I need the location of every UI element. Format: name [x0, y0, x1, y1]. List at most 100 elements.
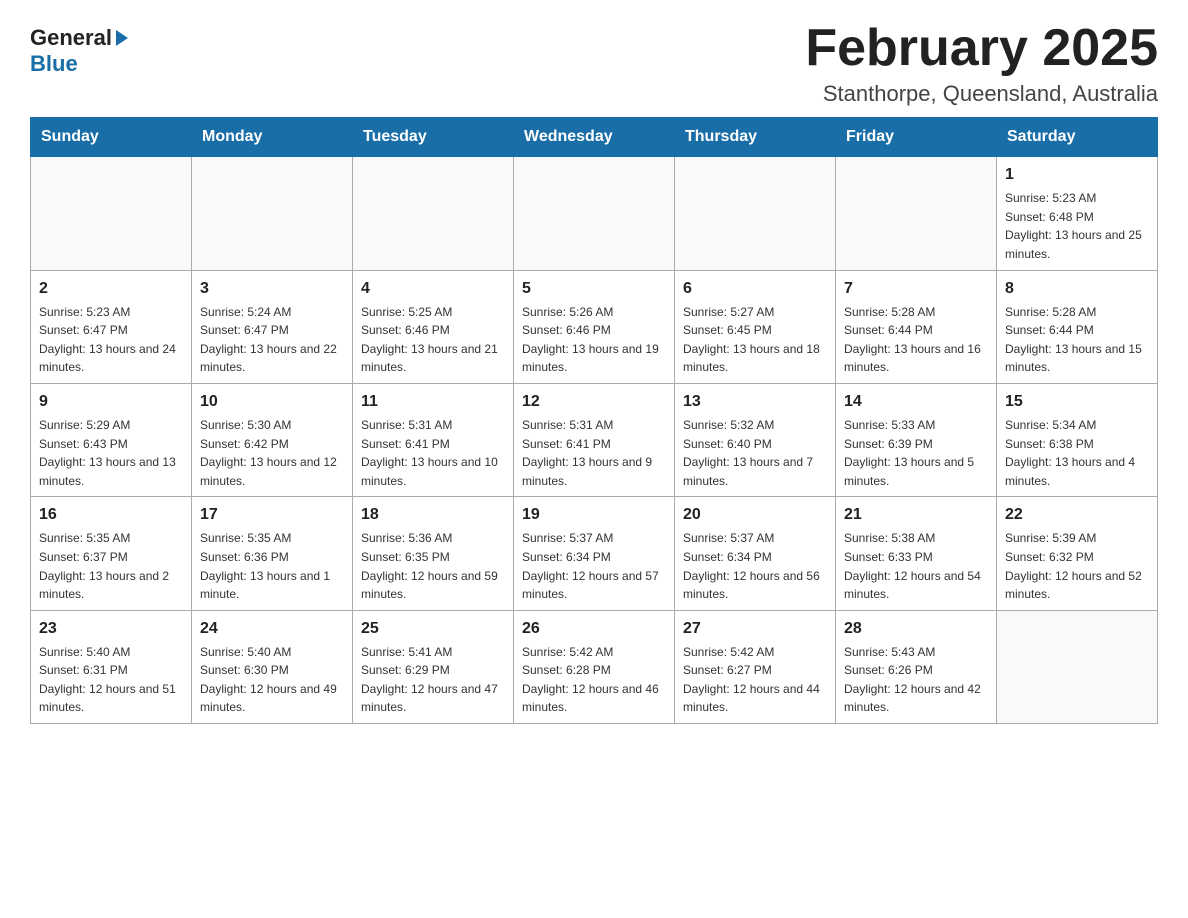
- page-title: February 2025: [805, 20, 1158, 77]
- day-number: 18: [361, 503, 505, 527]
- day-number: 13: [683, 390, 827, 414]
- day-number: 17: [200, 503, 344, 527]
- calendar-cell: 27Sunrise: 5:42 AMSunset: 6:27 PMDayligh…: [675, 610, 836, 723]
- calendar-cell: 4Sunrise: 5:25 AMSunset: 6:46 PMDaylight…: [353, 270, 514, 383]
- calendar-cell: [514, 157, 675, 270]
- calendar-cell: [31, 157, 192, 270]
- calendar-body: 1Sunrise: 5:23 AMSunset: 6:48 PMDaylight…: [31, 157, 1158, 724]
- day-number: 28: [844, 617, 988, 641]
- calendar-cell: 25Sunrise: 5:41 AMSunset: 6:29 PMDayligh…: [353, 610, 514, 723]
- day-info: Sunrise: 5:39 AMSunset: 6:32 PMDaylight:…: [1005, 529, 1149, 603]
- calendar-cell: 23Sunrise: 5:40 AMSunset: 6:31 PMDayligh…: [31, 610, 192, 723]
- day-info: Sunrise: 5:37 AMSunset: 6:34 PMDaylight:…: [522, 529, 666, 603]
- calendar-cell: 11Sunrise: 5:31 AMSunset: 6:41 PMDayligh…: [353, 383, 514, 496]
- week-row-4: 16Sunrise: 5:35 AMSunset: 6:37 PMDayligh…: [31, 497, 1158, 610]
- calendar-cell: 19Sunrise: 5:37 AMSunset: 6:34 PMDayligh…: [514, 497, 675, 610]
- header-wednesday: Wednesday: [514, 118, 675, 157]
- calendar-cell: 22Sunrise: 5:39 AMSunset: 6:32 PMDayligh…: [997, 497, 1158, 610]
- day-number: 6: [683, 277, 827, 301]
- calendar-cell: 20Sunrise: 5:37 AMSunset: 6:34 PMDayligh…: [675, 497, 836, 610]
- day-info: Sunrise: 5:34 AMSunset: 6:38 PMDaylight:…: [1005, 416, 1149, 490]
- day-number: 14: [844, 390, 988, 414]
- calendar-cell: 5Sunrise: 5:26 AMSunset: 6:46 PMDaylight…: [514, 270, 675, 383]
- day-number: 11: [361, 390, 505, 414]
- calendar-cell: [836, 157, 997, 270]
- day-number: 3: [200, 277, 344, 301]
- logo-arrow-icon: [116, 30, 128, 46]
- calendar-cell: 21Sunrise: 5:38 AMSunset: 6:33 PMDayligh…: [836, 497, 997, 610]
- day-info: Sunrise: 5:23 AMSunset: 6:48 PMDaylight:…: [1005, 189, 1149, 263]
- day-number: 24: [200, 617, 344, 641]
- calendar-table: SundayMondayTuesdayWednesdayThursdayFrid…: [30, 117, 1158, 724]
- week-row-3: 9Sunrise: 5:29 AMSunset: 6:43 PMDaylight…: [31, 383, 1158, 496]
- day-number: 25: [361, 617, 505, 641]
- day-number: 5: [522, 277, 666, 301]
- day-number: 21: [844, 503, 988, 527]
- calendar-cell: 8Sunrise: 5:28 AMSunset: 6:44 PMDaylight…: [997, 270, 1158, 383]
- calendar-cell: 1Sunrise: 5:23 AMSunset: 6:48 PMDaylight…: [997, 157, 1158, 270]
- day-info: Sunrise: 5:28 AMSunset: 6:44 PMDaylight:…: [844, 303, 988, 377]
- day-number: 12: [522, 390, 666, 414]
- day-info: Sunrise: 5:43 AMSunset: 6:26 PMDaylight:…: [844, 643, 988, 717]
- day-number: 22: [1005, 503, 1149, 527]
- calendar-cell: 10Sunrise: 5:30 AMSunset: 6:42 PMDayligh…: [192, 383, 353, 496]
- day-number: 10: [200, 390, 344, 414]
- day-number: 9: [39, 390, 183, 414]
- day-info: Sunrise: 5:32 AMSunset: 6:40 PMDaylight:…: [683, 416, 827, 490]
- logo-blue-text: Blue: [30, 51, 78, 77]
- calendar-cell: 12Sunrise: 5:31 AMSunset: 6:41 PMDayligh…: [514, 383, 675, 496]
- day-number: 27: [683, 617, 827, 641]
- day-info: Sunrise: 5:42 AMSunset: 6:27 PMDaylight:…: [683, 643, 827, 717]
- day-info: Sunrise: 5:31 AMSunset: 6:41 PMDaylight:…: [522, 416, 666, 490]
- day-info: Sunrise: 5:31 AMSunset: 6:41 PMDaylight:…: [361, 416, 505, 490]
- calendar-cell: 26Sunrise: 5:42 AMSunset: 6:28 PMDayligh…: [514, 610, 675, 723]
- calendar-cell: 6Sunrise: 5:27 AMSunset: 6:45 PMDaylight…: [675, 270, 836, 383]
- week-row-2: 2Sunrise: 5:23 AMSunset: 6:47 PMDaylight…: [31, 270, 1158, 383]
- calendar-cell: 7Sunrise: 5:28 AMSunset: 6:44 PMDaylight…: [836, 270, 997, 383]
- day-info: Sunrise: 5:25 AMSunset: 6:46 PMDaylight:…: [361, 303, 505, 377]
- header-tuesday: Tuesday: [353, 118, 514, 157]
- header-saturday: Saturday: [997, 118, 1158, 157]
- day-number: 16: [39, 503, 183, 527]
- header-sunday: Sunday: [31, 118, 192, 157]
- calendar-cell: [675, 157, 836, 270]
- day-info: Sunrise: 5:35 AMSunset: 6:37 PMDaylight:…: [39, 529, 183, 603]
- day-info: Sunrise: 5:40 AMSunset: 6:30 PMDaylight:…: [200, 643, 344, 717]
- day-number: 23: [39, 617, 183, 641]
- day-number: 26: [522, 617, 666, 641]
- day-number: 2: [39, 277, 183, 301]
- day-number: 15: [1005, 390, 1149, 414]
- header-monday: Monday: [192, 118, 353, 157]
- day-number: 8: [1005, 277, 1149, 301]
- day-info: Sunrise: 5:33 AMSunset: 6:39 PMDaylight:…: [844, 416, 988, 490]
- day-info: Sunrise: 5:35 AMSunset: 6:36 PMDaylight:…: [200, 529, 344, 603]
- logo: General Blue: [30, 20, 128, 77]
- day-info: Sunrise: 5:42 AMSunset: 6:28 PMDaylight:…: [522, 643, 666, 717]
- page-header: General Blue February 2025 Stanthorpe, Q…: [30, 20, 1158, 107]
- day-number: 4: [361, 277, 505, 301]
- calendar-cell: [997, 610, 1158, 723]
- day-info: Sunrise: 5:30 AMSunset: 6:42 PMDaylight:…: [200, 416, 344, 490]
- calendar-cell: 14Sunrise: 5:33 AMSunset: 6:39 PMDayligh…: [836, 383, 997, 496]
- week-row-1: 1Sunrise: 5:23 AMSunset: 6:48 PMDaylight…: [31, 157, 1158, 270]
- day-number: 19: [522, 503, 666, 527]
- day-info: Sunrise: 5:26 AMSunset: 6:46 PMDaylight:…: [522, 303, 666, 377]
- day-info: Sunrise: 5:28 AMSunset: 6:44 PMDaylight:…: [1005, 303, 1149, 377]
- day-info: Sunrise: 5:40 AMSunset: 6:31 PMDaylight:…: [39, 643, 183, 717]
- calendar-cell: [192, 157, 353, 270]
- day-info: Sunrise: 5:38 AMSunset: 6:33 PMDaylight:…: [844, 529, 988, 603]
- calendar-cell: 2Sunrise: 5:23 AMSunset: 6:47 PMDaylight…: [31, 270, 192, 383]
- title-block: February 2025 Stanthorpe, Queensland, Au…: [805, 20, 1158, 107]
- day-number: 1: [1005, 163, 1149, 187]
- calendar-cell: 9Sunrise: 5:29 AMSunset: 6:43 PMDaylight…: [31, 383, 192, 496]
- day-number: 20: [683, 503, 827, 527]
- calendar-cell: 13Sunrise: 5:32 AMSunset: 6:40 PMDayligh…: [675, 383, 836, 496]
- day-info: Sunrise: 5:27 AMSunset: 6:45 PMDaylight:…: [683, 303, 827, 377]
- calendar-cell: 18Sunrise: 5:36 AMSunset: 6:35 PMDayligh…: [353, 497, 514, 610]
- calendar-header: SundayMondayTuesdayWednesdayThursdayFrid…: [31, 118, 1158, 157]
- day-info: Sunrise: 5:36 AMSunset: 6:35 PMDaylight:…: [361, 529, 505, 603]
- page-subtitle: Stanthorpe, Queensland, Australia: [805, 81, 1158, 107]
- calendar-cell: 28Sunrise: 5:43 AMSunset: 6:26 PMDayligh…: [836, 610, 997, 723]
- header-thursday: Thursday: [675, 118, 836, 157]
- calendar-cell: 3Sunrise: 5:24 AMSunset: 6:47 PMDaylight…: [192, 270, 353, 383]
